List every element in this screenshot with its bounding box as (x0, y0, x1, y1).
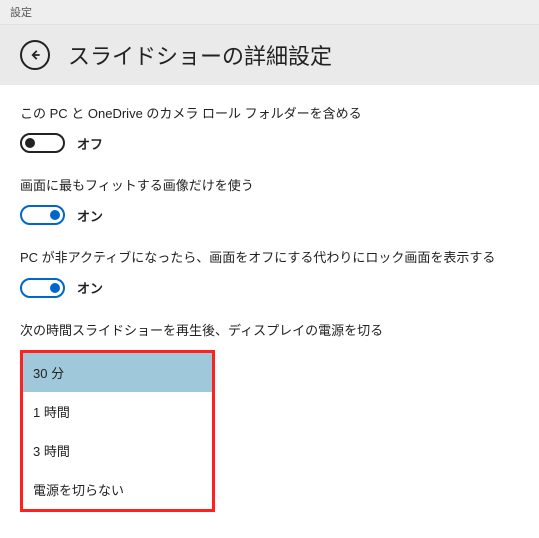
setting-label: PC が非アクティブになったら、画面をオフにする代わりにロック画面を表示する (20, 249, 519, 267)
dropdown-option-never[interactable]: 電源を切らない (23, 470, 212, 509)
setting-label: 次の時間スライドショーを再生後、ディスプレイの電源を切る (20, 322, 519, 340)
toggle-state-text: オフ (77, 134, 103, 153)
toggle-state-text: オン (77, 278, 103, 297)
setting-label: 画面に最もフィットする画像だけを使う (20, 177, 519, 195)
settings-content: この PC と OneDrive のカメラ ロール フォルダーを含める オフ 画… (0, 85, 539, 538)
toggle-include-camera-roll[interactable] (20, 133, 65, 153)
page-header: スライドショーの詳細設定 (0, 25, 539, 85)
dropdown-option-30min[interactable]: 30 分 (23, 353, 212, 392)
toggle-lock-screen-inactive[interactable] (20, 278, 65, 298)
toggle-row: オン (20, 278, 519, 298)
setting-display-off: 次の時間スライドショーを再生後、ディスプレイの電源を切る 30 分 1 時間 3… (20, 322, 519, 512)
display-off-dropdown[interactable]: 30 分 1 時間 3 時間 電源を切らない (20, 350, 215, 512)
toggle-fit-images[interactable] (20, 205, 65, 225)
arrow-left-icon (28, 48, 42, 62)
setting-include-camera-roll: この PC と OneDrive のカメラ ロール フォルダーを含める オフ (20, 105, 519, 153)
toggle-row: オフ (20, 133, 519, 153)
setting-lock-screen-inactive: PC が非アクティブになったら、画面をオフにする代わりにロック画面を表示する オ… (20, 249, 519, 297)
dropdown-option-1hour[interactable]: 1 時間 (23, 392, 212, 431)
page-title: スライドショーの詳細設定 (68, 39, 332, 71)
toggle-row: オン (20, 205, 519, 225)
back-button[interactable] (20, 40, 50, 70)
setting-label: この PC と OneDrive のカメラ ロール フォルダーを含める (20, 105, 519, 123)
window-titlebar: 設定 (0, 0, 539, 25)
toggle-state-text: オン (77, 206, 103, 225)
setting-fit-images: 画面に最もフィットする画像だけを使う オン (20, 177, 519, 225)
dropdown-option-3hours[interactable]: 3 時間 (23, 431, 212, 470)
